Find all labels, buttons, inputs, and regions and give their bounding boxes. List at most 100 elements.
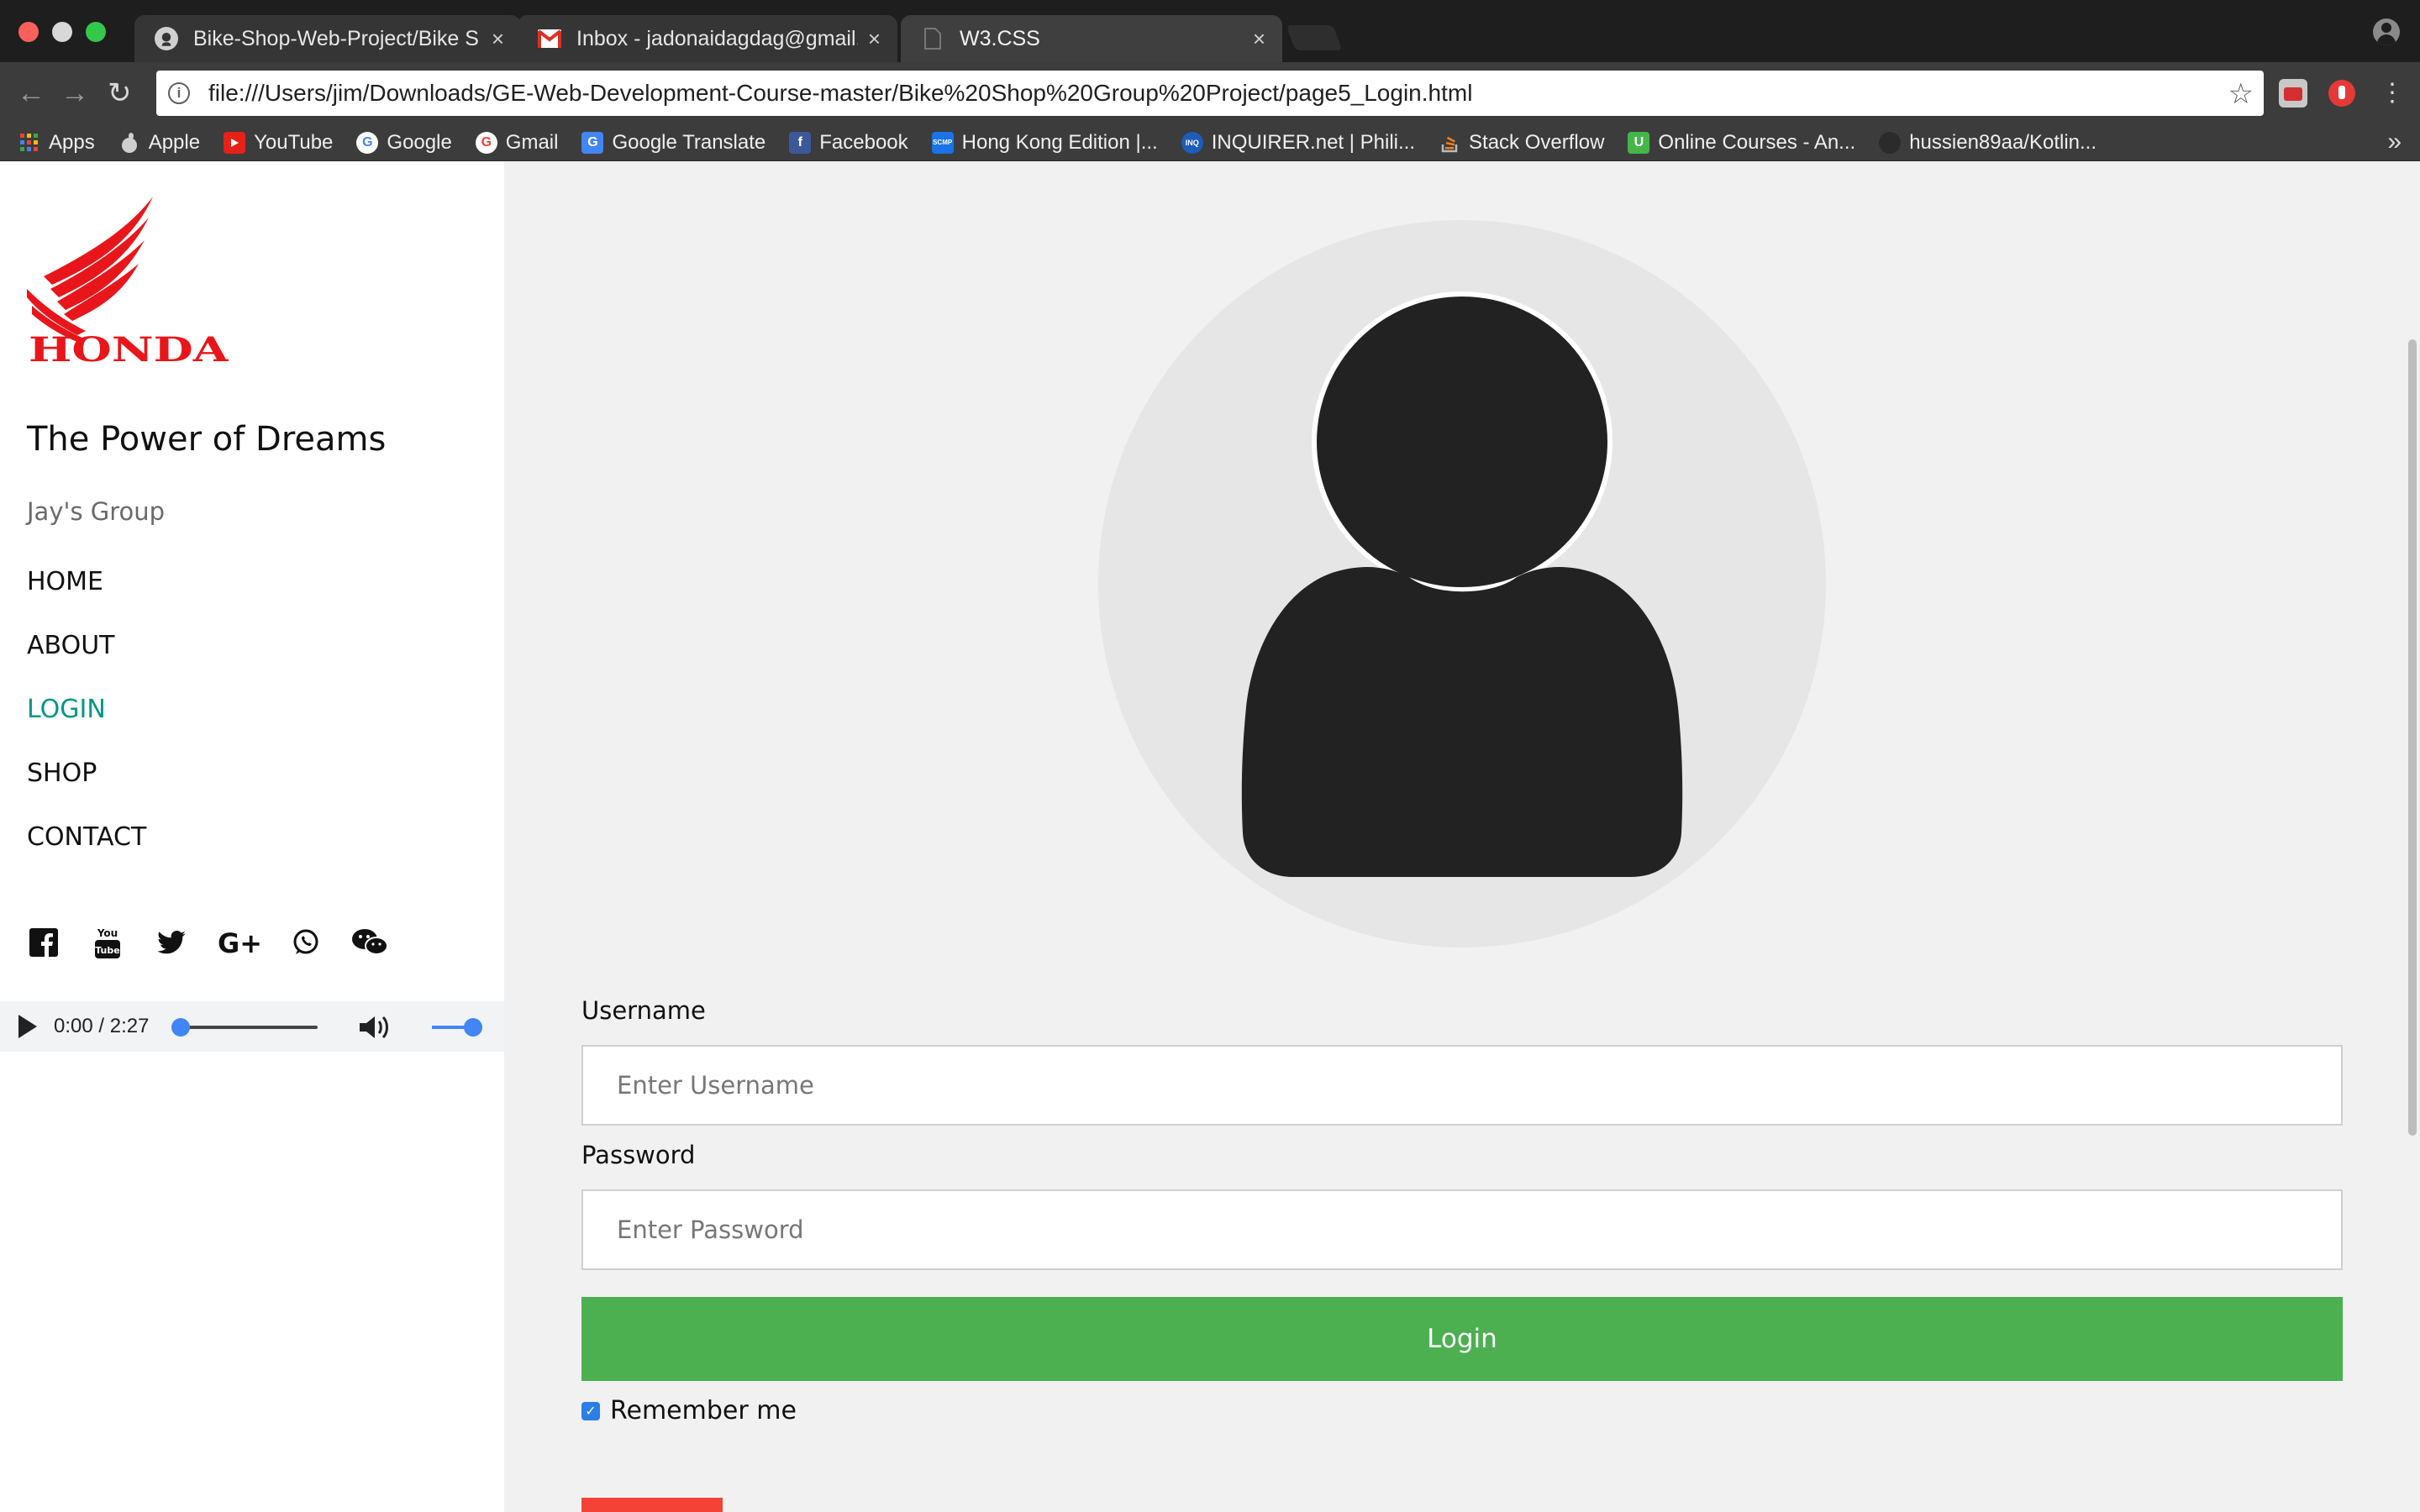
tab-close-icon[interactable]: × [868,26,881,52]
bookmark-label: Google [387,130,452,154]
close-window-button[interactable] [18,22,39,42]
profile-icon[interactable] [2373,18,2400,45]
tab-title: Bike-Shop-Web-Project/Bike S [193,26,479,50]
minimize-window-button[interactable] [52,22,72,42]
facebook-icon: f [789,131,812,154]
password-input[interactable] [581,1189,2343,1270]
google-icon: G [475,131,497,154]
nav-item-shop[interactable]: SHOP [27,756,146,820]
page-viewport: HONDA The Power of Dreams Jay's Group HO… [0,161,2420,1512]
back-icon[interactable]: ← [17,79,45,108]
username-input[interactable] [581,1045,2343,1126]
github-icon [155,27,178,50]
browser-tab-strip: Bike-Shop-Web-Project/Bike S × Inbox - j… [0,0,2420,62]
tab-close-icon[interactable]: × [492,26,504,52]
bookmark-gmail[interactable]: G Gmail [475,130,559,155]
remember-me-checkbox[interactable]: ✓ [581,1401,600,1420]
bookmarks-bar: Apps Apple YouTube G Google G Gmail G Go… [0,124,2420,161]
bookmark-apps[interactable]: Apps [18,131,95,155]
github-icon [1879,131,1902,154]
bookmark-google[interactable]: G Google [356,130,452,155]
forward-icon[interactable]: → [60,79,89,108]
bookmark-inquirer[interactable]: INQ INQUIRER.net | Phili... [1181,131,1415,155]
username-label: Username [581,996,706,1025]
new-tab-button[interactable] [1286,25,1343,50]
remember-me-label: Remember me [610,1396,797,1425]
bookmark-google-translate[interactable]: G Google Translate [581,131,765,155]
facebook-icon[interactable] [25,924,62,961]
login-panel: Username Password Login ✓ Remember me [504,161,2420,1512]
bookmark-label: Google Translate [612,130,766,154]
browser-toolbar: ← → ↻ i file:///Users/jim/Downloads/GE-W… [0,62,2420,124]
browser-tab-active[interactable]: W3.CSS × [901,15,1282,62]
play-icon[interactable] [18,1015,37,1038]
nav-item-home[interactable]: HOME [27,564,146,628]
bookmark-facebook[interactable]: f Facebook [789,131,908,155]
url-text: file:///Users/jim/Downloads/GE-Web-Devel… [208,80,1473,106]
extension-icon[interactable] [2279,79,2307,108]
wechat-icon[interactable] [351,924,388,961]
stackoverflow-icon [1439,132,1460,154]
udemy-icon: U [1628,131,1650,154]
sidebar-nav: HOME ABOUT LOGIN SHOP CONTACT [27,564,146,884]
scrollbar-thumb[interactable] [2408,339,2417,1136]
slogan-heading: The Power of Dreams [27,420,387,459]
remember-me: ✓ Remember me [581,1396,797,1425]
bookmark-hong-kong-edition[interactable]: SCMP Hong Kong Edition |... [931,131,1158,155]
bookmark-label: Apps [49,130,95,154]
google-icon: G [356,131,379,154]
bookmark-label: Stack Overflow [1469,130,1605,154]
nav-item-contact[interactable]: CONTACT [27,820,146,884]
bookmark-kotlin[interactable]: hussien89aa/Kotlin... [1879,131,2096,155]
info-icon[interactable]: i [168,82,190,104]
whatsapp-icon[interactable] [287,924,324,961]
bookmarks-overflow-icon[interactable]: » [2387,128,2402,156]
nav-item-about[interactable]: ABOUT [27,628,146,692]
svg-text:You: You [97,927,118,939]
volume-thumb[interactable] [464,1018,482,1037]
tab-title: Inbox - jadonaidagdag@gmail.c [576,26,858,50]
honda-logo[interactable]: HONDA [27,197,229,370]
browser-tab[interactable]: Bike-Shop-Web-Project/Bike S × [134,15,521,62]
volume-icon[interactable] [358,1015,392,1040]
bookmark-label: Apple [148,130,201,154]
bookmark-stack-overflow[interactable]: Stack Overflow [1439,131,1604,155]
cancel-button[interactable] [581,1498,723,1512]
password-label: Password [581,1141,696,1169]
adblock-icon[interactable] [2328,79,2356,108]
bookmark-label: Gmail [505,130,559,154]
bookmark-label: YouTube [254,130,334,154]
login-button[interactable]: Login [581,1297,2343,1381]
apps-grid-icon [18,132,40,154]
sidebar: HONDA The Power of Dreams Jay's Group HO… [0,161,504,1512]
audio-seek-track[interactable] [173,1026,318,1029]
bookmark-apple[interactable]: Apple [118,131,200,155]
bookmark-star-icon[interactable]: ☆ [2228,77,2254,111]
address-bar[interactable]: i file:///Users/jim/Downloads/GE-Web-Dev… [156,71,2264,116]
honda-wordmark: HONDA [29,330,229,365]
tab-title: W3.CSS [960,26,1040,50]
audio-player: 0:00 / 2:27 [0,1001,504,1052]
scrollbar[interactable] [2403,161,2420,1512]
youtube-icon [224,131,246,154]
bookmark-online-courses[interactable]: U Online Courses - An... [1628,131,1855,155]
audio-time: 0:00 / 2:27 [54,1015,150,1037]
scmp-icon: SCMP [931,131,954,154]
audio-seek-thumb[interactable] [171,1018,190,1037]
user-silhouette-icon [1241,291,1683,877]
group-subtitle: Jay's Group [27,497,166,526]
bookmark-label: INQUIRER.net | Phili... [1211,130,1416,154]
reload-icon[interactable]: ↻ [108,79,132,108]
nav-item-login[interactable]: LOGIN [27,692,146,756]
svg-text:G+: G+ [218,929,260,956]
youtube-icon[interactable]: You Tube [89,924,126,961]
document-icon [921,27,944,50]
maximize-window-button[interactable] [86,22,106,42]
translate-icon: G [581,131,604,154]
browser-tab[interactable]: Inbox - jadonaidagdag@gmail.c × [518,15,897,62]
bookmark-youtube[interactable]: YouTube [224,131,333,155]
tab-close-icon[interactable]: × [1253,26,1265,52]
menu-kebab-icon[interactable]: ⋮ [2380,79,2405,108]
twitter-icon[interactable] [153,924,190,961]
google-plus-icon[interactable]: G+ [217,924,260,961]
